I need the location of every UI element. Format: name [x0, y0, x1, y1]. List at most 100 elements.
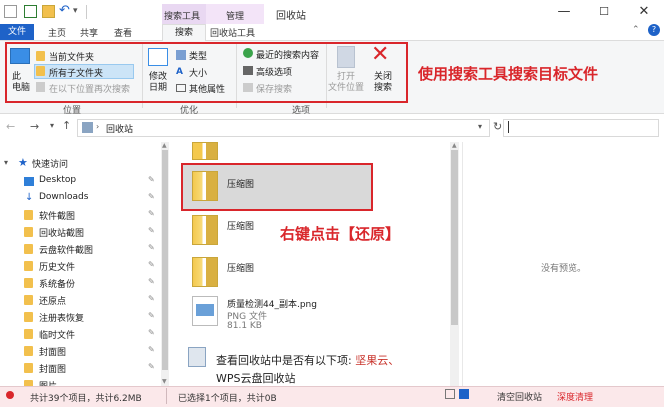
folder-icon: [24, 363, 33, 373]
refresh-icon[interactable]: ↻: [493, 120, 502, 133]
undo-icon[interactable]: ↶: [59, 3, 70, 18]
nav-scroll-down-icon[interactable]: ▼: [162, 378, 167, 385]
tab-file[interactable]: 文件: [0, 24, 34, 40]
tab-home[interactable]: 主页: [48, 26, 66, 39]
pin-icon[interactable]: ✎: [148, 226, 155, 235]
new-folder-icon[interactable]: [42, 5, 55, 18]
context-tab-manage: 管理: [226, 12, 245, 22]
nav-item[interactable]: 历史文件: [39, 260, 75, 276]
search-input[interactable]: [503, 119, 659, 137]
folder-icon: [24, 227, 33, 237]
desktop-icon: [24, 177, 34, 186]
pin-icon[interactable]: ✎: [148, 209, 155, 218]
close-button[interactable]: ✕: [624, 2, 664, 22]
nav-item[interactable]: 注册表恢复: [39, 311, 84, 327]
recycle-bin-small-icon: [82, 122, 93, 133]
window-icon: [4, 5, 17, 18]
nav-quick-access[interactable]: 快速访问: [32, 157, 68, 173]
back-icon[interactable]: ←: [6, 120, 15, 133]
empty-recycle-bin-button[interactable]: 清空回收站: [497, 390, 542, 403]
status-icon: [6, 391, 14, 399]
ribbon-tab-row: [0, 24, 664, 41]
tip-keyword-jianguoyun: 坚果云、: [355, 354, 400, 367]
nav-item[interactable]: Downloads: [39, 192, 88, 208]
pin-icon[interactable]: ✎: [148, 192, 155, 201]
folder-icon: [24, 295, 33, 305]
file-thumbnail[interactable]: [192, 257, 218, 287]
pin-icon[interactable]: ✎: [148, 345, 155, 354]
png-preview-icon: [196, 304, 214, 316]
png-file-size: 81.1 KB: [227, 321, 262, 331]
star-icon: ★: [18, 156, 28, 169]
details-view-icon[interactable]: [445, 389, 455, 399]
address-bar[interactable]: [77, 119, 490, 137]
folder-icon: [24, 329, 33, 339]
pin-icon[interactable]: ✎: [148, 277, 155, 286]
tip-line-1: 查看回收站中是否有以下项: 坚果云、: [216, 352, 399, 368]
nav-item[interactable]: 软件截图: [39, 209, 75, 225]
nav-item[interactable]: 还原点: [39, 294, 66, 310]
up-icon[interactable]: ↑: [62, 119, 71, 132]
context-tab-search-tools: 搜索工具: [164, 12, 201, 22]
ribbon-collapse-icon[interactable]: ⌃: [632, 25, 640, 35]
pin-icon[interactable]: ✎: [148, 311, 155, 320]
help-icon[interactable]: ?: [648, 24, 660, 36]
address-dropdown-icon[interactable]: ▾: [478, 122, 482, 131]
folder-icon: [24, 244, 33, 254]
file-highlight-box: [181, 163, 373, 211]
nav-item[interactable]: 云盘软件截图: [39, 243, 93, 259]
file-thumbnail-partial[interactable]: [192, 142, 218, 160]
quick-access-expand-icon[interactable]: ▾: [4, 158, 8, 167]
nav-item[interactable]: Desktop: [39, 175, 76, 191]
pin-icon[interactable]: ✎: [148, 294, 155, 303]
pin-icon[interactable]: ✎: [148, 243, 155, 252]
tip-line-1-prefix: 查看回收站中是否有以下项:: [216, 354, 356, 367]
nav-scrollbar-thumb[interactable]: [162, 150, 168, 370]
nav-item[interactable]: 系统备份: [39, 277, 75, 293]
tab-search[interactable]: 搜索: [162, 24, 206, 41]
folder-icon: [24, 346, 33, 356]
tab-recycle-bin-tools[interactable]: 回收站工具: [210, 26, 255, 39]
quick-access-dropdown-icon[interactable]: ▾: [73, 6, 78, 16]
pin-icon[interactable]: ✎: [148, 328, 155, 337]
nav-item[interactable]: 回收站截图: [39, 226, 84, 242]
deep-clean-button[interactable]: 深度清理: [557, 390, 593, 403]
file-name[interactable]: 压缩图: [227, 261, 254, 274]
folder-icon: [24, 261, 33, 271]
recycle-bin-icon: [188, 347, 206, 367]
tab-view[interactable]: 查看: [114, 26, 132, 39]
search-caret: [508, 121, 509, 133]
properties-icon[interactable]: [24, 5, 37, 18]
maximize-button[interactable]: ☐: [584, 2, 624, 22]
nav-item[interactable]: 临时文件: [39, 328, 75, 344]
forward-icon[interactable]: →: [30, 120, 39, 133]
recent-locations-icon[interactable]: ▾: [50, 121, 54, 130]
folder-icon: [24, 278, 33, 288]
pin-icon[interactable]: ✎: [148, 260, 155, 269]
pin-icon[interactable]: ✎: [148, 175, 155, 184]
file-thumbnail[interactable]: [192, 215, 218, 245]
nav-item[interactable]: 封面图: [39, 345, 66, 361]
folder-icon: [24, 312, 33, 322]
folder-icon: [24, 210, 33, 220]
preview-empty-text: 没有预览。: [541, 264, 587, 274]
large-icons-view-icon[interactable]: [459, 389, 469, 399]
minimize-button[interactable]: —: [544, 2, 584, 22]
tip-keyword-wps: WPS云盘回收站: [216, 372, 296, 385]
download-icon: ↓: [25, 192, 34, 203]
status-selected: 已选择1个项目，共计0B: [178, 394, 277, 404]
ribbon-highlight-box: [5, 42, 408, 103]
breadcrumb-recycle-bin[interactable]: 回收站: [106, 122, 133, 135]
nav-scroll-up-icon[interactable]: ▲: [162, 142, 167, 149]
file-list-scrollbar-thumb[interactable]: [451, 150, 458, 325]
nav-item[interactable]: 封面图: [39, 362, 66, 378]
divider: [86, 5, 87, 19]
tab-share[interactable]: 共享: [80, 26, 98, 39]
pin-icon[interactable]: ✎: [148, 362, 155, 371]
annotation-file: 右键点击【还原】: [280, 225, 401, 243]
file-name[interactable]: 压缩图: [227, 219, 254, 232]
annotation-ribbon: 使用搜索工具搜索目标文件: [418, 65, 599, 83]
status-item-count: 共计39个项目，共计6.2MB: [30, 394, 142, 404]
list-scroll-up-icon[interactable]: ▲: [452, 142, 457, 149]
window-title: 回收站: [276, 11, 306, 22]
